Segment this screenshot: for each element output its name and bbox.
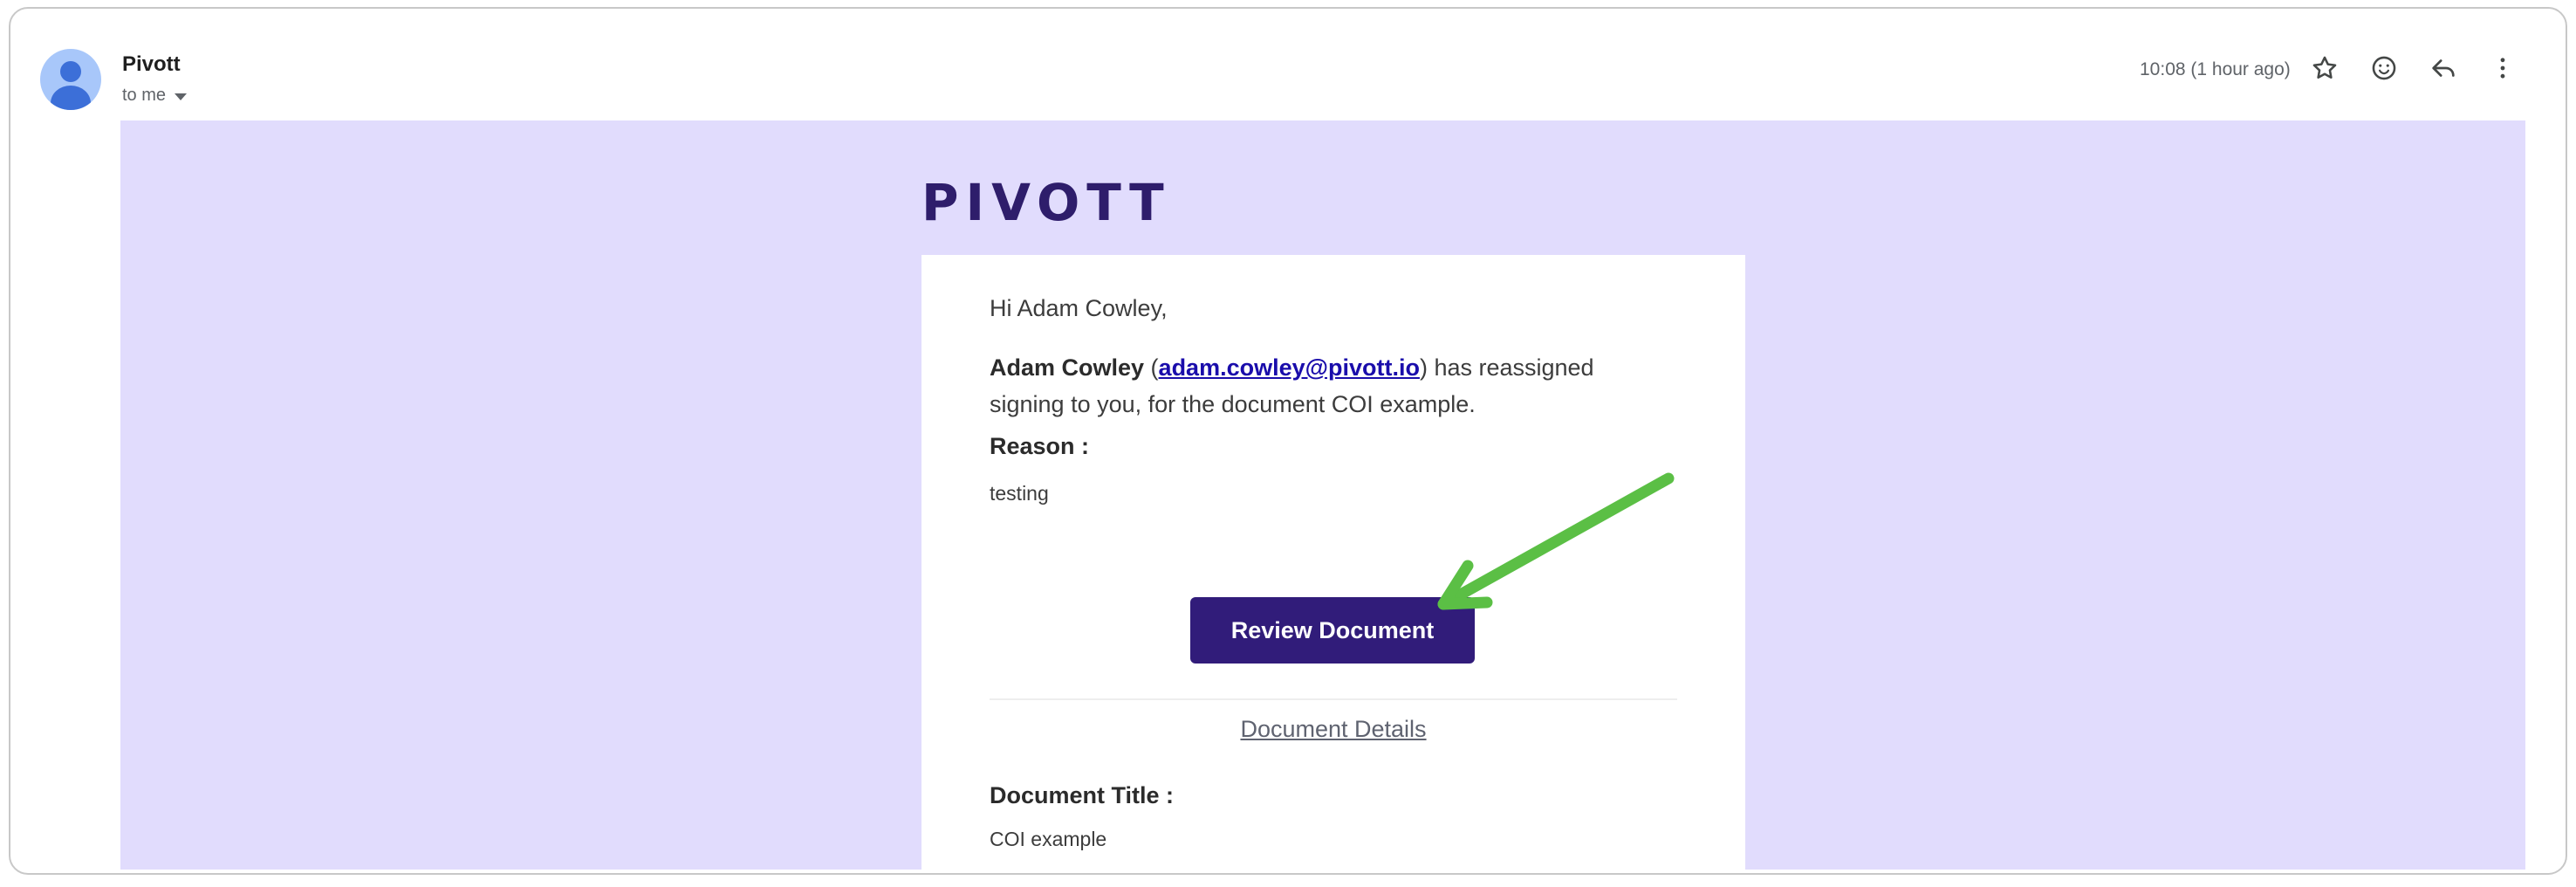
reply-icon[interactable] [2426,51,2461,86]
avatar-head [60,61,81,82]
document-details-link[interactable]: Document Details [921,716,1745,743]
reassign-message: Adam Cowley (adam.cowley@pivott.io) has … [990,354,1594,417]
reason-value: testing [990,482,1049,505]
avatar-body [51,86,91,110]
assigner-name: Adam Cowley [990,354,1145,381]
reason-label: Reason : [990,433,1090,459]
divider [990,698,1677,700]
pivott-logo: PIVOTT [921,173,1171,232]
greeting: Hi Adam Cowley, [990,295,1168,321]
recipient-line[interactable]: to me [122,86,188,106]
emoji-icon[interactable] [2367,51,2401,86]
annotation-arrow-icon [1437,472,1675,610]
sender-avatar[interactable] [40,49,101,110]
chevron-down-icon[interactable] [175,93,188,100]
recipient-label: to me [122,86,167,105]
assigner-email-link[interactable]: adam.cowley@pivott.io [1159,354,1420,381]
more-vert-icon[interactable] [2485,51,2520,86]
sender-name[interactable]: Pivott [122,52,181,77]
timestamp: 10:08 (1 hour ago) [2140,59,2291,79]
email-message-pane: Pivott to me 10:08 (1 hour ago) PIVOTT H… [9,7,2567,875]
star-icon[interactable] [2307,51,2342,86]
document-title-label: Document Title : [990,782,1175,808]
document-title-value: COI example [990,828,1107,850]
email-body-banner: PIVOTT Hi Adam Cowley, Adam Cowley (adam… [120,120,2525,873]
